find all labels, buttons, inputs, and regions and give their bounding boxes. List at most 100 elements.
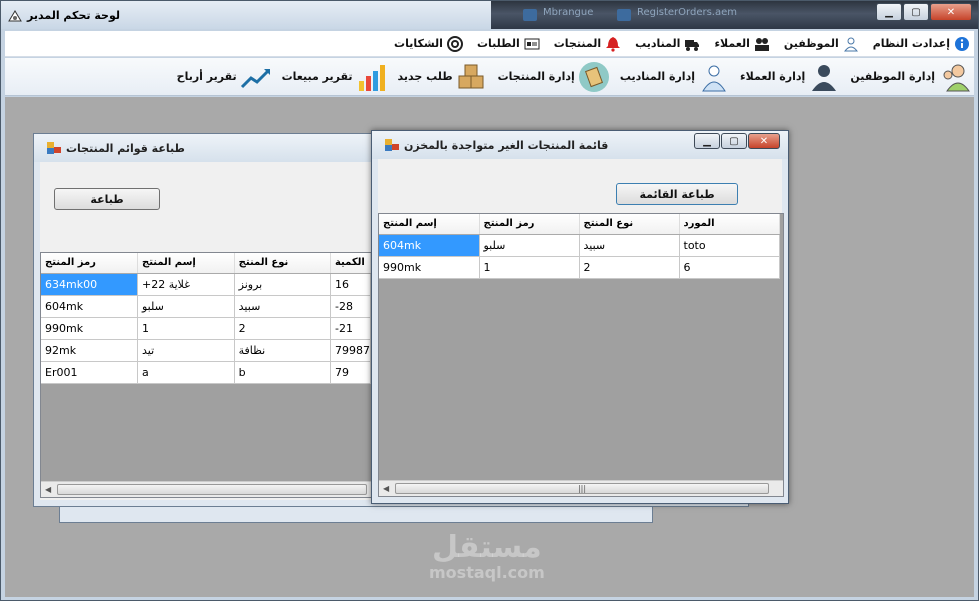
menu-delegates[interactable]: المناديب (635, 36, 700, 52)
scroll-left-icon[interactable]: ◀ (383, 484, 389, 493)
menu-bar: إعدادت النظام الموظفين العملاء المناديب … (5, 31, 974, 57)
table-row[interactable]: 604mk سلبو سبيد -28 (41, 295, 371, 318)
horizontal-scrollbar[interactable]: ◀ (41, 481, 371, 497)
toolbar: إدارة الموظفين إدارة العملاء إدارة المنا… (5, 58, 974, 96)
employees-icon (938, 61, 970, 93)
table-cell[interactable]: 990mk (379, 256, 480, 279)
table-cell[interactable]: -21 (330, 317, 371, 340)
table-cell[interactable]: 2 (579, 256, 680, 279)
table-cell[interactable]: 604mk (41, 295, 138, 318)
lifebuoy-icon (446, 35, 463, 52)
table-row[interactable]: 634mk00 +غلاية 22 برونز 16 (41, 273, 371, 296)
tool-profit-report[interactable]: تقرير أرباح (177, 61, 272, 93)
table-cell[interactable]: 79987 (330, 339, 371, 362)
table-cell[interactable]: 634mk00 (41, 273, 138, 296)
table-cell[interactable]: 1 (137, 317, 235, 340)
table-cell[interactable]: 2 (234, 317, 331, 340)
customers-icon (754, 36, 770, 52)
delegate-icon (698, 61, 730, 93)
watermark: مستقل mostaql.com (429, 530, 545, 583)
tool-manage-products[interactable]: إدارة المنتجات (498, 61, 610, 93)
tool-sales-report[interactable]: تقرير مبيعات (282, 61, 388, 93)
window-icon (384, 138, 400, 152)
maximize-button[interactable]: ▢ (721, 133, 747, 149)
tool-manage-customers[interactable]: إدارة العملاء (740, 61, 840, 93)
table-cell[interactable]: 604mk (379, 234, 480, 257)
table-cell[interactable]: نظافة (234, 339, 331, 362)
table-cell[interactable]: 1 (479, 256, 580, 279)
horizontal-scrollbar[interactable]: ◀ ||| (379, 480, 783, 496)
print-window-title: طباعة قوائم المنتجات (66, 141, 185, 155)
column-header[interactable]: نوع المنتج (234, 253, 331, 274)
column-header[interactable]: الكمية (330, 253, 371, 274)
window-title: لوحة تحكم المدير (27, 9, 120, 22)
table-cell[interactable]: a (137, 361, 235, 384)
window-icon (46, 141, 62, 155)
title-bar: لوحة تحكم المدير Mbrangue RegisterOrders… (1, 1, 978, 29)
customer-icon (808, 61, 840, 93)
column-header[interactable]: المورد (679, 214, 780, 235)
tool-manage-delegates[interactable]: إدارة المناديب (620, 61, 730, 93)
table-row[interactable]: 990mk 1 2 6 (379, 256, 780, 279)
bell-icon (605, 36, 621, 52)
table-cell[interactable]: سبيد (579, 234, 680, 257)
main-window: لوحة تحكم المدير Mbrangue RegisterOrders… (0, 0, 979, 601)
column-header[interactable]: رمز المنتج (479, 214, 580, 235)
print-button[interactable]: طباعة (54, 188, 160, 210)
table-cell[interactable]: Er001 (41, 361, 138, 384)
table-cell[interactable]: تيد (137, 339, 235, 362)
mdi-client-area: طباعة قوائم المنتجات طباعة رمز المنتج إس… (5, 97, 974, 597)
table-cell[interactable]: -28 (330, 295, 371, 318)
close-button[interactable]: ✕ (930, 3, 972, 21)
table-cell[interactable]: +غلاية 22 (137, 273, 235, 296)
table-row[interactable]: 92mk تيد نظافة 79987 (41, 339, 371, 362)
menu-system-settings[interactable]: إعدادت النظام (873, 36, 970, 52)
table-cell[interactable]: b (234, 361, 331, 384)
app-icon (7, 9, 23, 23)
background-tab: RegisterOrders.aem (615, 7, 737, 25)
background-tab: Mbrangue (521, 7, 593, 25)
menu-complaints[interactable]: الشكايات (394, 35, 463, 52)
print-list-button[interactable]: طباعة القائمة (616, 183, 738, 205)
maximize-button[interactable]: ▢ (903, 3, 929, 21)
truck-icon (684, 36, 700, 52)
table-cell[interactable]: سبيد (234, 295, 331, 318)
close-button[interactable]: ✕ (748, 133, 780, 149)
scroll-thumb[interactable] (57, 484, 367, 495)
table-cell[interactable]: 79 (330, 361, 371, 384)
table-cell[interactable]: سلبو (479, 234, 580, 257)
table-cell[interactable]: 6 (679, 256, 780, 279)
table-cell[interactable]: برونز (234, 273, 331, 296)
menu-customers[interactable]: العملاء (714, 36, 769, 52)
table-row[interactable]: Er001 a b 79 (41, 361, 371, 384)
list-icon (524, 36, 540, 52)
table-row[interactable]: 604mk سلبو سبيد toto (379, 234, 780, 257)
table-cell[interactable]: 990mk (41, 317, 138, 340)
products-grid: رمز المنتج إسم المنتج نوع المنتج الكمية … (40, 252, 372, 498)
menu-employees[interactable]: الموظفين (784, 36, 859, 52)
column-header[interactable]: رمز المنتج (41, 253, 138, 274)
missing-products-grid: إسم المنتج رمز المنتج نوع المنتج المورد … (378, 213, 784, 497)
minimize-button[interactable]: ▁ (694, 133, 720, 149)
info-icon (954, 36, 970, 52)
menu-orders[interactable]: الطلبات (477, 36, 540, 52)
table-cell[interactable]: 92mk (41, 339, 138, 362)
column-header[interactable]: إسم المنتج (137, 253, 235, 274)
menu-products[interactable]: المنتجات (554, 36, 621, 52)
bar-chart-icon (356, 61, 388, 93)
table-cell[interactable]: toto (679, 234, 780, 257)
tool-new-order[interactable]: طلب جديد (398, 61, 488, 93)
table-row[interactable]: 990mk 1 2 -21 (41, 317, 371, 340)
table-cell[interactable]: سلبو (137, 295, 235, 318)
scroll-left-icon[interactable]: ◀ (45, 485, 51, 494)
table-cell[interactable]: 16 (330, 273, 371, 296)
minimize-button[interactable]: ▁ (876, 3, 902, 21)
column-header[interactable]: إسم المنتج (379, 214, 480, 235)
scroll-thumb[interactable]: ||| (395, 483, 769, 494)
new-order-icon (456, 61, 488, 93)
boxes-icon (578, 61, 610, 93)
user-icon (843, 36, 859, 52)
tool-manage-employees[interactable]: إدارة الموظفين (850, 61, 970, 93)
column-header[interactable]: نوع المنتج (579, 214, 680, 235)
missing-products-window: ▁ ▢ ✕ قائمة المنتجات الغير متواجدة بالمخ… (371, 130, 789, 504)
